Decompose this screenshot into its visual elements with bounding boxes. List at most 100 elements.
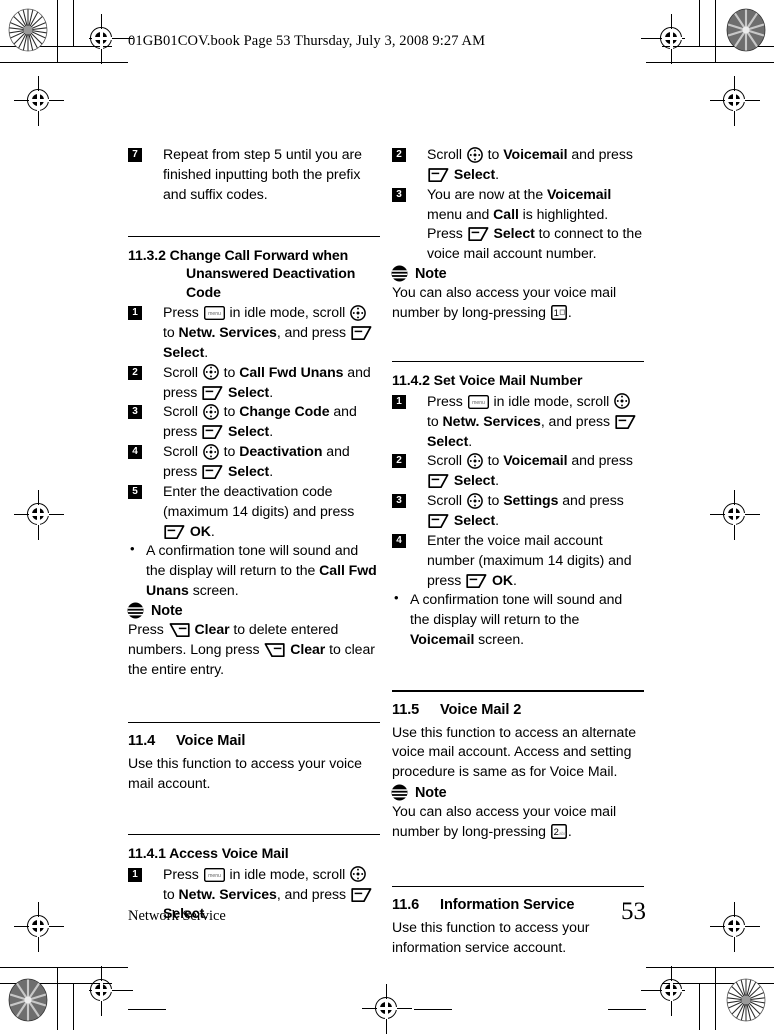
bullet-text-post: screen.: [188, 582, 239, 599]
step-number: 2: [392, 148, 406, 162]
heading-11-4-2: 11.4.2 Set Voice Mail Number: [392, 371, 644, 389]
step-text: Repeat from step 5 until you are finishe…: [163, 146, 362, 202]
step-number: 3: [128, 405, 142, 420]
left-soft-key-icon: [202, 385, 223, 401]
note-title: Note: [415, 784, 447, 801]
bullet-list-11-3-2: A confirmation tone will sound and the d…: [128, 540, 380, 601]
svg-text:abc: abc: [559, 831, 567, 836]
menu-key-icon: menu: [203, 306, 225, 321]
left-soft-key-icon: [428, 473, 449, 489]
left-soft-key-icon: [468, 226, 489, 242]
left-soft-key-icon: [202, 464, 223, 480]
note-body: You can also access your voice mail numb…: [392, 284, 617, 321]
scroll-navigation-key-icon: [202, 404, 219, 420]
scroll-navigation-key-icon: [614, 393, 630, 410]
left-soft-key-icon: [351, 887, 372, 903]
step-item: 2 Scroll to Call Fwd Unans and press Sel…: [128, 363, 380, 403]
heading-title: Access Voice Mail: [169, 845, 289, 862]
bullet-item: A confirmation tone will sound and the d…: [392, 589, 644, 650]
step-item: 1 Press menu in idle mode, scroll to Net…: [128, 303, 380, 363]
scroll-navigation-key-icon: [350, 304, 366, 321]
heading-number: 11.4.1: [128, 845, 166, 862]
scroll-navigation-key-icon: [466, 492, 483, 509]
bullet-text-pre: A confirmation tone will sound and the d…: [410, 591, 623, 628]
scroll-navigation-key-icon: [350, 866, 366, 883]
section-divider: [128, 721, 380, 724]
step-number: 2: [392, 454, 406, 469]
step-text: Enter the deactivation code (maximum 14 …: [163, 482, 355, 539]
left-soft-key-icon: [351, 325, 372, 341]
left-column: 7 Repeat from step 5 until you are finis…: [127, 145, 380, 924]
step-number: 4: [128, 445, 142, 460]
section-divider: [392, 689, 644, 692]
numeric-key-1-icon: 1: [550, 305, 567, 320]
left-soft-key-icon: [428, 513, 449, 529]
note-icon: [127, 602, 144, 619]
left-soft-key-icon: [615, 414, 636, 430]
heading-title: Information Service: [440, 897, 575, 914]
running-footer-title: Network Service: [128, 908, 226, 924]
step-item: 4 Scroll to Deactivation and press Selec…: [128, 442, 380, 482]
page-content: 7 Repeat from step 5 until you are finis…: [0, 0, 774, 1030]
heading-11-4: 11.4 Voice Mail: [128, 732, 380, 751]
right-soft-key-clear-icon: [169, 622, 190, 638]
right-soft-key-clear-icon: [264, 642, 285, 658]
scroll-navigation-key-icon: [202, 443, 219, 460]
step-text: Press menu in idle mode, scroll to Netw.…: [163, 304, 373, 360]
step-item: 3 Scroll to Change Code and press Select…: [128, 402, 380, 442]
note-header: Note: [127, 602, 380, 619]
step-number: 7: [128, 148, 142, 162]
step-text: Press menu in idle mode, scroll to Netw.…: [427, 393, 637, 449]
heading-title: Change Call Forward when Unanswered Deac…: [169, 247, 356, 300]
note-body: You can also access your voice mail numb…: [392, 803, 617, 839]
step-number: 1: [128, 867, 142, 882]
heading-number: 11.5: [392, 701, 420, 718]
step-number: 1: [392, 394, 406, 409]
heading-number: 11.4: [128, 733, 156, 750]
bullet-item: A confirmation tone will sound and the d…: [128, 540, 380, 601]
svg-text:menu: menu: [208, 873, 221, 879]
step-item: 5 Enter the deactivation code (maximum 1…: [128, 482, 380, 542]
note-body: Press Clear to delete entered numbers. L…: [128, 621, 375, 677]
step-list-11-3-2: 1 Press menu in idle mode, scroll to Net…: [128, 303, 380, 541]
step-text: Scroll to Voicemail and press Select.: [427, 452, 633, 489]
step-list-access-voice-mail-continued: 2 Scroll to Voicemail and press Select. …: [392, 145, 644, 264]
scroll-navigation-key-icon: [202, 364, 219, 381]
svg-text:menu: menu: [208, 311, 221, 317]
heading-title: Set Voice Mail Number: [433, 372, 583, 389]
step-text: Scroll to Call Fwd Unans and press Selec…: [163, 363, 371, 401]
note-header: Note: [391, 265, 644, 282]
heading-number: 11.3.2: [128, 247, 166, 264]
section-divider: [128, 235, 380, 238]
note-title: Note: [415, 265, 447, 282]
heading-number: 11.4.2: [392, 372, 430, 389]
note-title: Note: [151, 602, 183, 619]
scroll-navigation-key-icon: [466, 453, 483, 469]
step-item: 2 Scroll to Voicemail and press Select.: [392, 145, 644, 185]
numeric-key-2-icon: 2 abc: [550, 824, 567, 839]
step-number: 3: [392, 494, 406, 509]
left-soft-key-icon: [202, 424, 223, 440]
heading-title: Voice Mail: [176, 733, 246, 750]
right-column: 2 Scroll to Voicemail and press Select. …: [391, 145, 644, 960]
step-item: 3 You are now at the Voicemail menu and …: [392, 185, 644, 264]
svg-text:menu: menu: [472, 400, 485, 406]
heading-11-3-2: 11.3.2 Change Call Forward when Unanswer…: [128, 246, 380, 301]
heading-11-4-1: 11.4.1 Access Voice Mail: [128, 844, 380, 862]
menu-key-icon: menu: [203, 867, 225, 882]
svg-text:1: 1: [553, 308, 558, 319]
left-soft-key-icon: [428, 167, 449, 183]
step-item: 7 Repeat from step 5 until you are finis…: [128, 145, 380, 205]
step-list-continued: 7 Repeat from step 5 until you are finis…: [128, 145, 380, 205]
bullet-text-bold: Voicemail: [410, 631, 475, 648]
section-divider: [392, 360, 644, 363]
page-number: 53: [621, 898, 646, 925]
step-text: Scroll to Voicemail and press Select.: [427, 146, 633, 182]
section-11-5-body: Use this function to access an alternate…: [392, 723, 636, 780]
note-icon: [391, 784, 408, 801]
heading-number: 11.6: [392, 897, 420, 914]
note-header: Note: [391, 784, 644, 801]
left-soft-key-icon: [466, 573, 487, 589]
step-text: Scroll to Change Code and press Select.: [163, 403, 357, 440]
step-number: 3: [392, 187, 406, 202]
